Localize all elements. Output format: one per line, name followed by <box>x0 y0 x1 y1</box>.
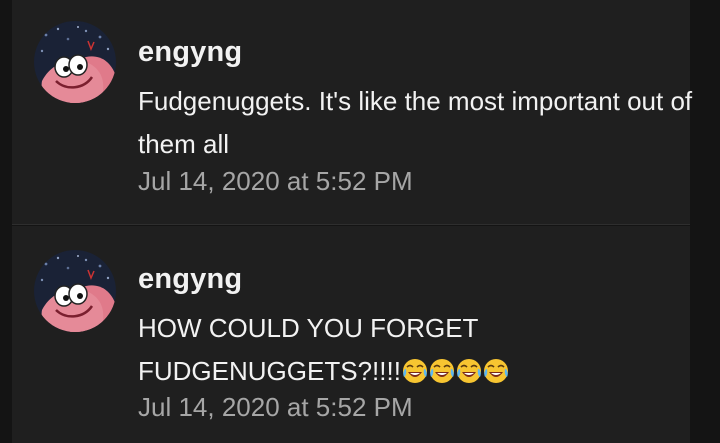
laughing-crying-emoji-icon <box>429 359 454 383</box>
comment-text: HOW COULD YOU FORGET FUDGENUGGETS?!!!! <box>138 307 698 393</box>
laughing-crying-emoji-icon <box>456 359 481 383</box>
emoji-row <box>401 356 509 386</box>
comment-thread: engyng Fudgenuggets. It's like the most … <box>0 0 720 443</box>
comment-card: engyng Fudgenuggets. It's like the most … <box>12 0 692 224</box>
user-avatar[interactable] <box>34 21 116 103</box>
comment-text-line: FUDGENUGGETS?!!!! <box>138 356 401 386</box>
cartoon-face-avatar-icon <box>34 21 116 103</box>
user-avatar[interactable] <box>34 250 116 332</box>
comment-timestamp: Jul 14, 2020 at 5:52 PM <box>138 166 413 196</box>
comment-card: engyng HOW COULD YOU FORGET FUDGENUGGETS… <box>12 226 690 443</box>
laughing-crying-emoji-icon <box>483 359 508 383</box>
comment-timestamp: Jul 14, 2020 at 5:52 PM <box>138 392 413 422</box>
comment-username[interactable]: engyng <box>138 263 242 296</box>
cartoon-face-avatar-icon <box>34 250 116 332</box>
comment-text: Fudgenuggets. It's like the most importa… <box>138 86 693 159</box>
comment-divider <box>12 224 690 225</box>
comment-username[interactable]: engyng <box>138 36 242 69</box>
laughing-crying-emoji-icon <box>402 359 427 383</box>
comment-text-line: HOW COULD YOU FORGET <box>138 313 479 343</box>
